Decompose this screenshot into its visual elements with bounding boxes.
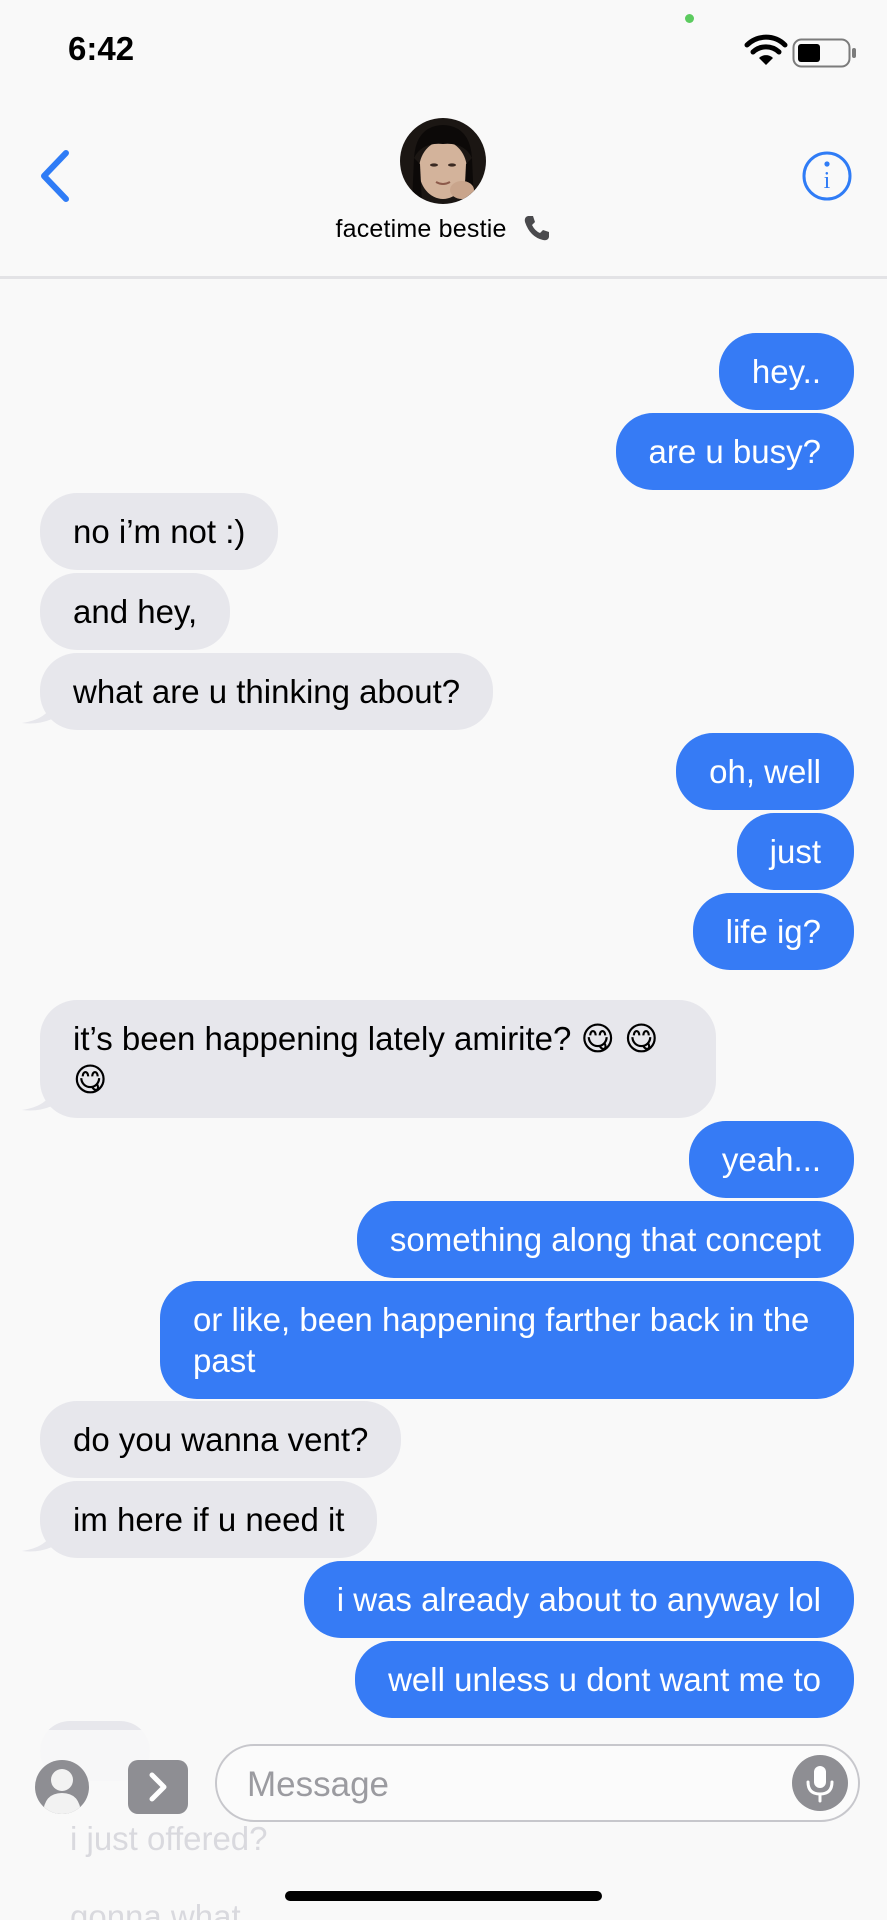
received-message[interactable]: it’s been happening lately amirite? 😋 😋 … [40, 1000, 716, 1118]
sent-message[interactable]: or like, been happening farther back in … [160, 1281, 854, 1399]
dictation-button[interactable] [792, 1755, 848, 1811]
sent-message[interactable]: hey.. [718, 333, 854, 410]
obscured-message: i just offered? [70, 1820, 268, 1857]
received-message[interactable]: im here if u need it [40, 1481, 378, 1558]
bubble-tail [22, 1531, 52, 1552]
contact-name: facetime bestie [335, 215, 507, 243]
bubble-tail [22, 1090, 52, 1111]
svg-text:i: i [824, 168, 831, 194]
chevron-right-icon [149, 1772, 167, 1802]
sent-message[interactable]: i was already about to anyway lol [303, 1561, 854, 1638]
telephone-receiver-icon [524, 216, 549, 241]
sent-message[interactable]: yeah... [688, 1121, 854, 1198]
received-message[interactable]: no i’m not :) [40, 493, 279, 570]
message-input[interactable]: Message [215, 1744, 860, 1822]
conversation-header: facetime bestie i [0, 0, 887, 279]
sent-message[interactable]: life ig? [692, 893, 854, 970]
sent-message[interactable]: something along that concept [356, 1201, 854, 1278]
microphone-icon [806, 1766, 834, 1803]
avatar-photo [400, 118, 486, 204]
sent-message[interactable]: just [736, 813, 854, 890]
person-icon [43, 1769, 81, 1814]
chevron-left-icon [41, 150, 69, 202]
bubble-tail [22, 703, 52, 724]
contact-name-row[interactable]: facetime bestie [0, 213, 887, 244]
contact-avatar[interactable] [400, 118, 486, 204]
home-indicator[interactable] [285, 1891, 602, 1901]
messages-screen: 6:42 facetime bestie i hey.. are u busy?… [0, 0, 887, 1920]
received-message[interactable]: and hey, [40, 573, 231, 650]
sent-message[interactable]: oh, well [676, 733, 854, 810]
back-button[interactable] [36, 148, 76, 204]
contact-card-button[interactable] [35, 1760, 89, 1814]
sent-message[interactable]: are u busy? [615, 413, 854, 490]
received-message[interactable]: do you wanna vent? [40, 1401, 402, 1478]
info-button[interactable]: i [802, 151, 852, 201]
message-placeholder: Message [247, 1765, 390, 1804]
received-message[interactable]: what are u thinking about? [40, 653, 494, 730]
app-drawer-button[interactable] [128, 1760, 188, 1814]
obscured-message: gonna what [70, 1898, 241, 1920]
sent-message[interactable]: well unless u dont want me to [355, 1641, 854, 1718]
